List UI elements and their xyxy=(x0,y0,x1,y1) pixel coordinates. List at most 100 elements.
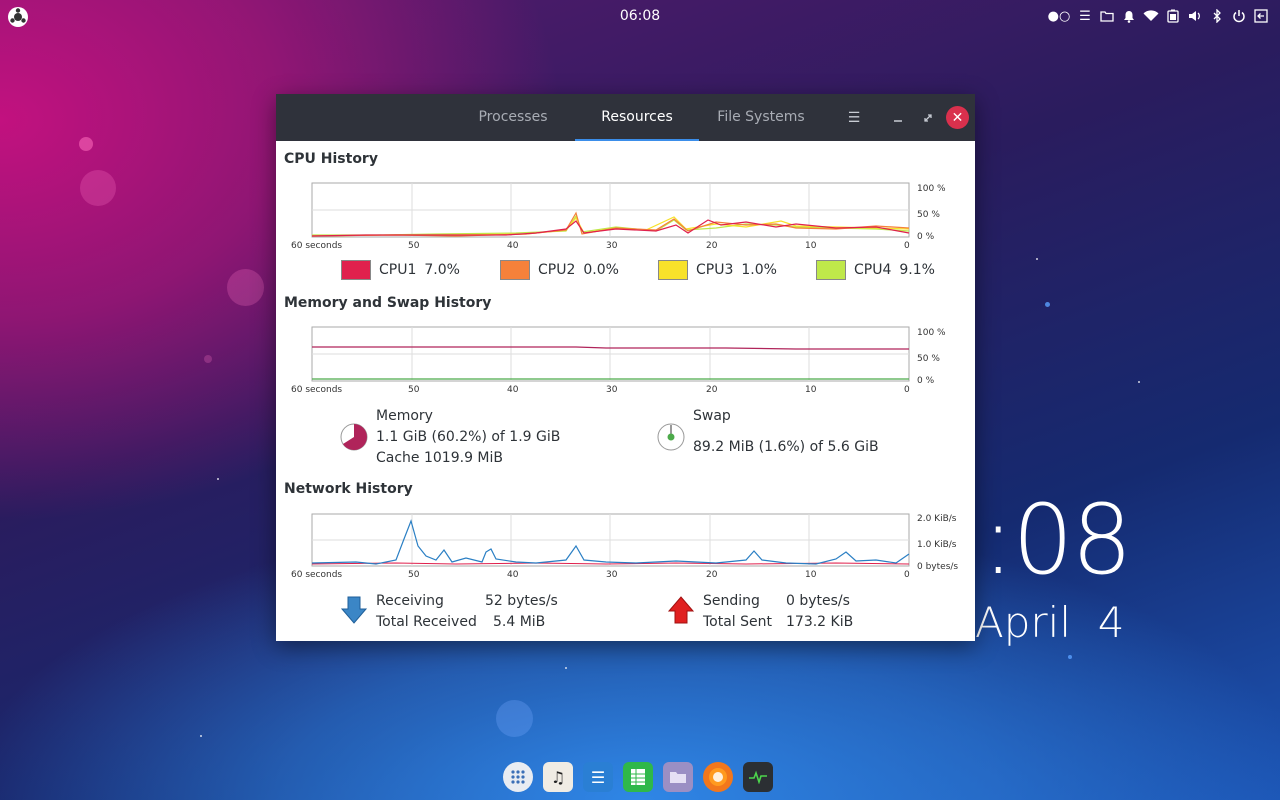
receiving-label: Receiving xyxy=(376,593,444,609)
bubble xyxy=(80,170,116,206)
memory-x-label: 40 xyxy=(507,385,519,395)
swap-info: Swap 89.2 MiB (1.6%) of 5.6 GiB xyxy=(693,406,879,458)
memory-graph: 100 % 50 % 0 % 60 seconds 50 40 30 20 10… xyxy=(291,326,946,395)
cpu3-value: 1.0% xyxy=(741,262,777,278)
cpu4-name: CPU4 xyxy=(854,262,892,278)
network-graph: 2.0 KiB/s 1.0 KiB/s 0 bytes/s 60 seconds… xyxy=(291,513,958,580)
cpu-y-label: 100 % xyxy=(917,184,946,194)
memory-x-label: 50 xyxy=(408,385,420,395)
cpu4-value: 9.1% xyxy=(899,262,935,278)
cpu2-color-swatch[interactable] xyxy=(500,260,530,280)
volume-icon[interactable] xyxy=(1186,7,1204,25)
logout-icon[interactable] xyxy=(1252,7,1270,25)
cpu4-legend[interactable]: CPU4 9.1% xyxy=(816,260,935,280)
sending-label: Sending xyxy=(703,593,760,609)
music-icon[interactable]: ♫ xyxy=(543,762,573,792)
swap-usage: 89.2 MiB (1.6%) of 5.6 GiB xyxy=(693,439,879,455)
launcher-icon[interactable] xyxy=(503,762,533,792)
files-icon[interactable] xyxy=(663,762,693,792)
memory-y-label: 0 % xyxy=(917,376,935,386)
cpu2-legend[interactable]: CPU2 0.0% xyxy=(500,260,619,280)
cpu3-color-swatch[interactable] xyxy=(658,260,688,280)
cpu2-name: CPU2 xyxy=(538,262,576,278)
dock: ♫ ☰ xyxy=(503,762,773,792)
memory-y-label: 100 % xyxy=(917,328,946,338)
cpu3-name: CPU3 xyxy=(696,262,734,278)
memory-x-label: 60 seconds xyxy=(291,385,342,395)
swap-pie-icon[interactable] xyxy=(656,422,686,456)
memory-usage: 1.1 GiB (60.2%) of 1.9 GiB xyxy=(376,429,561,445)
network-x-label: 40 xyxy=(507,570,519,580)
sending-info: Sending 0 bytes/s Total Sent 173.2 KiB xyxy=(703,591,853,633)
cpu-graph: 100 % 50 % 0 % 60 seconds 50 40 30 20 10… xyxy=(291,182,946,251)
cpu1-value: 7.0% xyxy=(424,262,460,278)
spreadsheet-icon[interactable] xyxy=(623,762,653,792)
network-x-label: 0 xyxy=(904,570,910,580)
total-sent-value: 173.2 KiB xyxy=(786,614,854,630)
star xyxy=(200,735,202,737)
memory-cache: Cache 1019.9 MiB xyxy=(376,450,503,466)
bubble xyxy=(79,137,93,151)
bluetooth-icon[interactable] xyxy=(1208,7,1226,25)
cpu1-color-swatch[interactable] xyxy=(341,260,371,280)
cpu-x-label: 30 xyxy=(606,241,618,251)
text-editor-icon[interactable]: ☰ xyxy=(583,762,613,792)
workspace-indicator-icon[interactable]: ●○ xyxy=(1046,7,1072,25)
total-sent-label: Total Sent xyxy=(703,614,773,630)
swap-label: Swap xyxy=(693,408,731,424)
receiving-value: 52 bytes/s xyxy=(485,593,558,609)
star xyxy=(1068,655,1072,659)
memory-info: Memory 1.1 GiB (60.2%) of 1.9 GiB Cache … xyxy=(376,406,560,469)
network-y-label: 1.0 KiB/s xyxy=(917,540,957,550)
memory-x-label: 30 xyxy=(606,385,618,395)
cpu-y-label: 50 % xyxy=(917,210,940,220)
memory-label: Memory xyxy=(376,408,433,424)
memory-x-label: 20 xyxy=(706,385,718,395)
cpu2-value: 0.0% xyxy=(583,262,619,278)
bubble xyxy=(496,700,533,737)
network-x-label: 60 seconds xyxy=(291,570,342,580)
cpu-x-label: 20 xyxy=(706,241,718,251)
folder-icon[interactable] xyxy=(1098,7,1116,25)
network-y-label: 0 bytes/s xyxy=(917,562,958,572)
network-x-label: 10 xyxy=(805,570,817,580)
power-icon[interactable] xyxy=(1230,7,1248,25)
cpu-y-label: 0 % xyxy=(917,232,935,242)
wifi-icon[interactable] xyxy=(1142,7,1160,25)
total-received-label: Total Received xyxy=(376,614,477,630)
cpu-x-label: 0 xyxy=(904,241,910,251)
star xyxy=(217,478,219,480)
system-monitor-icon[interactable] xyxy=(743,762,773,792)
total-received-value: 5.4 MiB xyxy=(493,614,546,630)
network-x-label: 20 xyxy=(706,570,718,580)
firefox-icon[interactable] xyxy=(703,762,733,792)
network-x-label: 50 xyxy=(408,570,420,580)
network-x-label: 30 xyxy=(606,570,618,580)
receiving-info: Receiving 52 bytes/s Total Received 5.4 Mi… xyxy=(376,591,558,633)
resource-graphs: 100 % 50 % 0 % 60 seconds 50 40 30 20 10… xyxy=(291,182,958,580)
cpu-x-label: 60 seconds xyxy=(291,241,342,251)
memory-pie-icon[interactable] xyxy=(339,422,369,456)
star xyxy=(1138,381,1140,383)
cpu4-color-swatch[interactable] xyxy=(816,260,846,280)
top-panel: 06:08 ●○ ☰ xyxy=(0,0,1280,34)
system-tray: ●○ ☰ xyxy=(1046,7,1270,25)
network-history-title: Network History xyxy=(284,481,413,497)
system-monitor-window: Processes Resources File Systems ☰ ✕ CPU… xyxy=(276,94,975,641)
cpu3-legend[interactable]: CPU3 1.0% xyxy=(658,260,777,280)
battery-icon[interactable] xyxy=(1164,7,1182,25)
cpu-x-label: 10 xyxy=(805,241,817,251)
menu-icon[interactable]: ☰ xyxy=(1076,7,1094,25)
desktop-clock-date: April 4 xyxy=(975,598,1125,647)
memory-x-label: 0 xyxy=(904,385,910,395)
bell-icon[interactable] xyxy=(1120,7,1138,25)
cpu1-legend[interactable]: CPU1 7.0% xyxy=(341,260,460,280)
star xyxy=(565,667,567,669)
desktop-clock-time: :08 xyxy=(982,484,1132,596)
memory-swap-history-title: Memory and Swap History xyxy=(284,295,492,311)
memory-y-label: 50 % xyxy=(917,354,940,364)
sending-value: 0 bytes/s xyxy=(786,593,850,609)
sending-arrow-icon[interactable] xyxy=(666,595,696,629)
network-y-label: 2.0 KiB/s xyxy=(917,514,957,524)
receiving-arrow-icon[interactable] xyxy=(339,595,369,629)
